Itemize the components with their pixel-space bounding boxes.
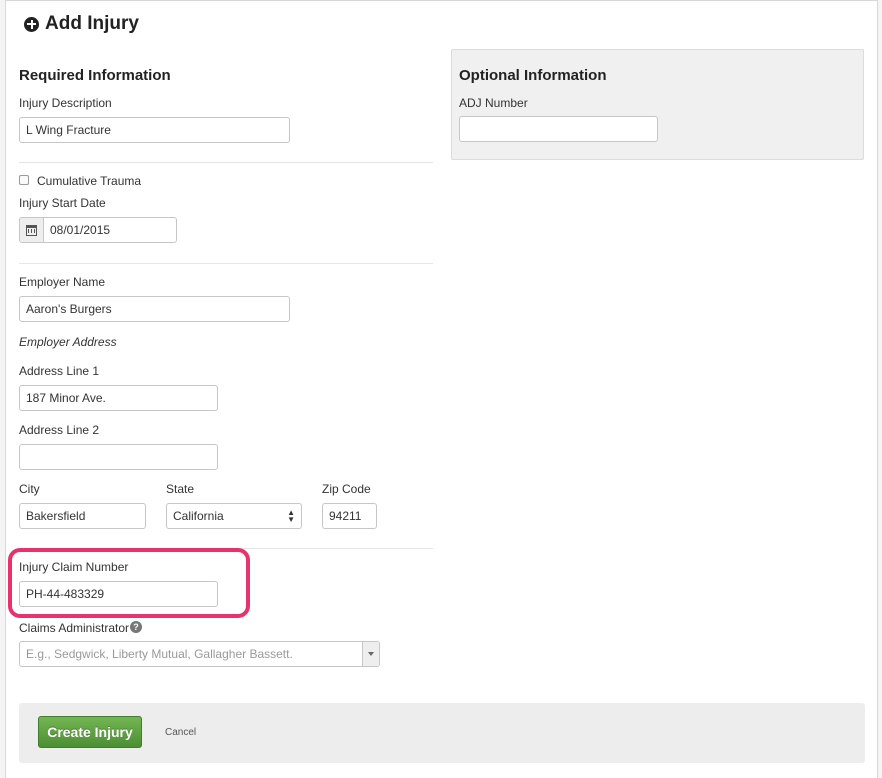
claims-administrator-placeholder[interactable]: E.g., Sedgwick, Liberty Mutual, Gallaghe… — [20, 642, 362, 666]
claims-administrator-label-text: Claims Administrator — [19, 621, 130, 635]
address-line-1-label: Address Line 1 — [19, 364, 100, 378]
optional-heading: Optional Information — [459, 67, 607, 84]
state-select-value: California — [173, 509, 224, 523]
page-title: Add Injury — [24, 13, 139, 35]
address-line-2-label: Address Line 2 — [19, 423, 100, 437]
cumulative-trauma-label: Cumulative Trauma — [37, 174, 142, 188]
adj-number-label: ADJ Number — [459, 96, 528, 110]
address-line-2-input[interactable] — [19, 444, 218, 470]
create-injury-button[interactable]: Create Injury — [38, 716, 142, 748]
city-label: City — [19, 482, 40, 496]
injury-claim-number-label: Injury Claim Number — [19, 560, 129, 574]
injury-description-input[interactable]: L Wing Fracture — [19, 117, 290, 143]
select-arrows-icon: ▲ ▼ — [287, 508, 295, 524]
form-footer: Create Injury Cancel — [19, 703, 865, 763]
divider — [19, 162, 433, 163]
plus-circle-icon — [24, 16, 39, 32]
employer-name-label: Employer Name — [19, 275, 106, 289]
injury-description-label: Injury Description — [19, 96, 112, 110]
optional-panel: Optional Information ADJ Number — [451, 49, 864, 160]
address-line-1-input[interactable]: 187 Minor Ave. — [19, 385, 218, 411]
combobox-toggle-button[interactable] — [362, 642, 379, 666]
city-input[interactable]: Bakersfield — [19, 503, 146, 529]
adj-number-input[interactable] — [459, 116, 658, 142]
injury-start-date-value[interactable]: 08/01/2015 — [44, 218, 116, 242]
injury-start-date-field[interactable]: 08/01/2015 — [19, 217, 177, 243]
state-label: State — [166, 482, 195, 496]
zip-label: Zip Code — [322, 482, 371, 496]
calendar-button[interactable] — [20, 218, 44, 242]
state-select[interactable]: California ▲ ▼ — [166, 503, 302, 529]
help-icon[interactable]: ? — [130, 621, 143, 633]
employer-address-heading: Employer Address — [19, 335, 117, 349]
add-injury-panel: Add Injury Required Information Injury D… — [5, 0, 878, 778]
claims-administrator-label: Claims Administrator? — [19, 621, 143, 635]
cumulative-trauma-checkbox[interactable] — [19, 175, 29, 185]
employer-name-input[interactable]: Aaron's Burgers — [19, 296, 290, 322]
required-heading: Required Information — [19, 67, 171, 84]
injury-claim-number-input[interactable]: PH-44-483329 — [19, 581, 218, 607]
injury-start-date-label: Injury Start Date — [19, 196, 106, 210]
claims-administrator-combobox[interactable]: E.g., Sedgwick, Liberty Mutual, Gallaghe… — [19, 641, 380, 667]
calendar-icon — [26, 224, 37, 236]
page-title-text: Add Injury — [45, 13, 139, 34]
caret-down-icon — [368, 652, 374, 656]
zip-input[interactable]: 94211 — [322, 503, 377, 529]
divider — [19, 263, 433, 264]
cancel-link[interactable]: Cancel — [165, 727, 196, 738]
